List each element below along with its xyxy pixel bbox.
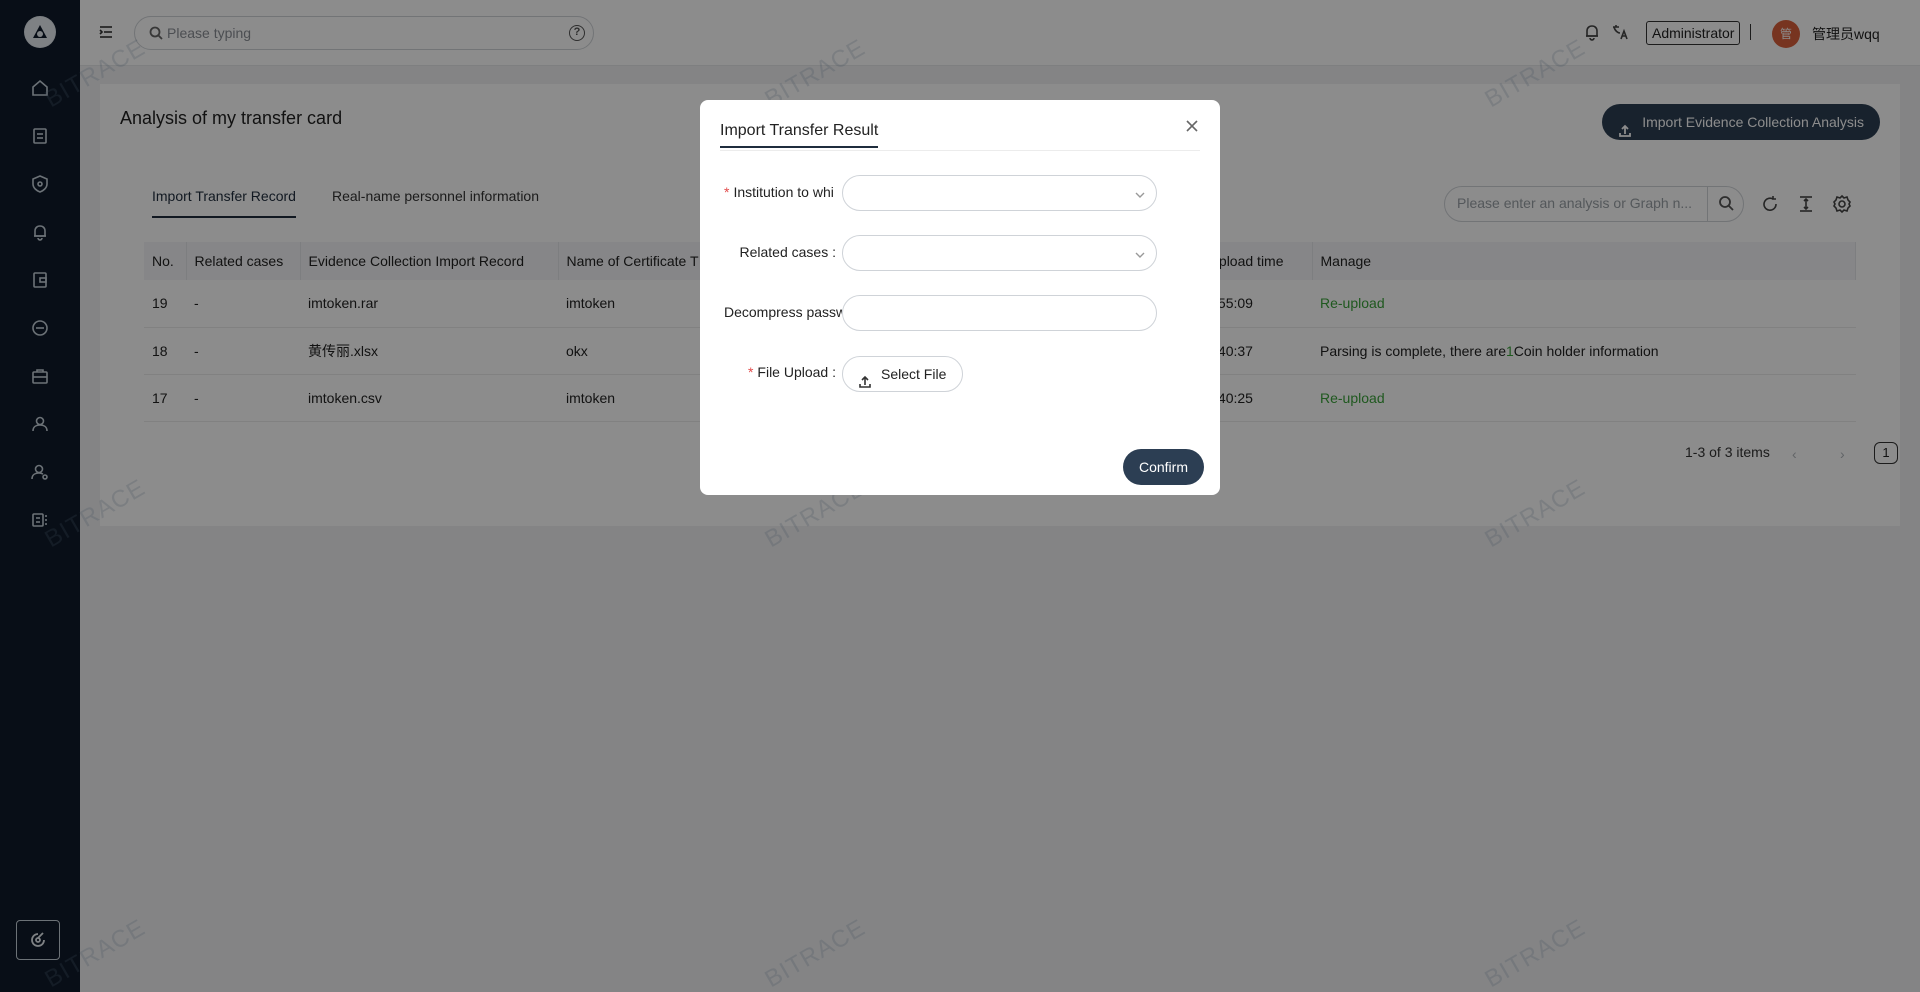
decompress-password-label: Decompress passw [724, 304, 842, 320]
required-mark: * [747, 364, 754, 380]
decompress-password-input[interactable] [855, 305, 1135, 321]
chevron-down-icon [1134, 188, 1146, 200]
dialog-title: Import Transfer Result [720, 122, 879, 148]
confirm-button[interactable]: Confirm [1122, 449, 1204, 485]
related-cases-select[interactable] [842, 235, 1157, 271]
related-cases-label: Related cases : [739, 244, 837, 260]
decompress-password-field[interactable] [842, 295, 1157, 331]
select-file-label: Select File [881, 366, 947, 382]
institution-select[interactable] [842, 175, 1157, 211]
import-transfer-result-dialog: Import Transfer Result * Institution to w… [700, 100, 1220, 495]
file-upload-label: * File Upload : [718, 364, 836, 380]
select-file-button[interactable]: Select File [842, 356, 964, 392]
upload-icon [858, 367, 872, 388]
required-mark: * [724, 184, 730, 200]
institution-label-text: Institution to whi [733, 184, 834, 200]
file-upload-label-text: File Upload : [757, 364, 836, 380]
chevron-down-icon [1134, 248, 1146, 260]
close-icon[interactable] [1184, 118, 1200, 134]
institution-label: * Institution to whi [724, 184, 842, 200]
dialog-title-divider [720, 150, 1200, 151]
